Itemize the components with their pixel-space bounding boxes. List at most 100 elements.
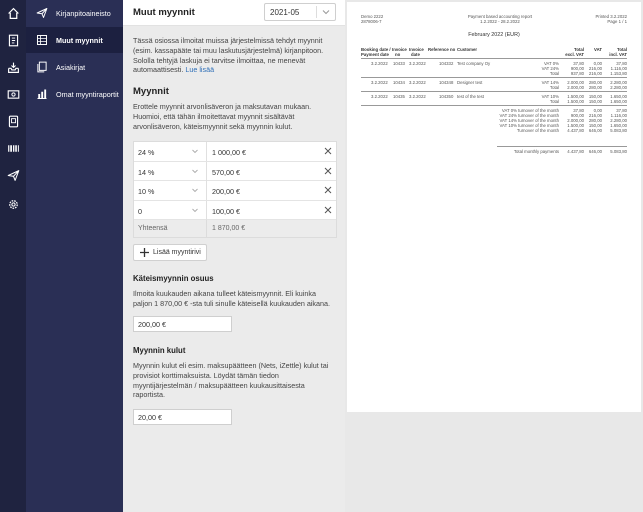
total-label: Yhteensä [138,225,168,232]
chevron-down-icon[interactable] [191,187,199,194]
amount-input[interactable]: 100,00 € [212,207,240,216]
line-label: Total [549,71,559,76]
settings-icon[interactable] [4,195,22,213]
invoice-no: 10433 [393,61,405,66]
line-vat: 216,00 [588,71,602,76]
cash-text-line: Ilmoita kuukauden aikana tulleet käteism… [133,289,316,298]
line-excl: 1.500,00 [567,99,584,104]
sidebar: Kirjanpitoaineisto Muut myynnit Asiakirj… [26,0,123,512]
sales-row: 0 100,00 € [134,200,336,220]
report-page-number: Page 1 / 1 [607,19,627,24]
sales-text-line: arvonlisäveron, käteismyynnit sekä myynn… [133,121,293,131]
invoice-customer: Test company Oy [457,61,491,66]
line-excl: 937,80 [570,71,584,76]
read-more-link[interactable]: Lue lisää [185,65,214,74]
summary-label: Turnover of the month [516,128,559,133]
report-company-id: 2878006-7 [361,19,382,24]
col-header-customer: Customer [457,47,478,52]
sales-heading: Myynnit [133,86,169,97]
monthly-total-vat: 646,00 [588,149,602,154]
add-sales-row-button[interactable]: Lisää myyntirivi [133,244,207,261]
bar-chart-icon [34,86,50,102]
sidebar-item-label: Kirjanpitoaineisto [56,8,111,18]
sidebar-item-label: Muut myynnit [56,35,103,45]
month-select[interactable]: 2021-05 [264,3,336,21]
divider [361,58,627,59]
divider [497,146,627,147]
divider [361,91,627,92]
invoice-ref: 104332 [439,61,454,66]
report-page: Demo 2222 2878006-7 Payment based accoun… [347,2,641,412]
chevron-down-icon[interactable] [191,148,199,155]
monthly-total-label: Total monthly payments [513,149,559,154]
sales-text-line: Erottele myynnit arvonlisäveron ja maksu… [133,102,312,111]
summary-vat: 646,00 [588,128,602,133]
page-title: Muut myynnit [133,7,195,18]
costs-text-line: myyntijärjestelmän / maksupäätteen kuuka… [133,380,305,390]
sidebar-item-muut-myynnit[interactable]: Muut myynnit [26,27,123,53]
barcode-icon[interactable] [4,139,22,157]
table-icon [34,32,50,48]
sidebar-item-asiakirjat[interactable]: Asiakirjat [26,54,123,80]
invoice-date: 3.2.2022 [371,61,388,66]
amount-input[interactable]: 570,00 € [212,168,240,177]
col-header-incl-sub: incl. VAT [609,52,627,57]
documents-icon [34,59,50,75]
sidebar-item-kirjanpitoaineisto[interactable]: Kirjanpitoaineisto [26,0,123,26]
divider [361,77,627,78]
costs-amount-input[interactable] [133,409,232,425]
divider [361,105,627,106]
cash-heading: Käteismyynnin osuus [133,274,214,283]
cash-amount-input[interactable] [133,316,232,332]
invoice-date2: 3.2.2022 [409,80,426,85]
add-sales-row-label: Lisää myyntirivi [153,249,201,256]
home-icon[interactable] [4,4,22,22]
intro-line: Sololla tehtyjä laskuja ei tarvitse ilmo… [133,55,306,65]
col-header-reference: Reference no [428,47,456,52]
sidebar-item-omat-myyntiraportit[interactable]: Omat myyntiraportit [26,81,123,107]
monthly-total-incl: 5.083,80 [610,149,627,154]
close-icon[interactable] [324,186,332,194]
amount-input[interactable]: 200,00 € [212,187,240,196]
document-icon[interactable] [4,112,22,130]
col-header-invoice-no-sub: no [395,52,401,57]
close-icon[interactable] [324,206,332,214]
total-value: 1 870,00 € [212,225,246,232]
intro-line: Tässä osiossa ilmoitat muissa järjestelm… [133,36,323,45]
col-header-excl-sub: excl. VAT [565,52,584,57]
chevron-down-icon [322,10,330,15]
amount-input[interactable]: 1 000,00 € [212,148,246,157]
line-excl: 2.000,00 [567,85,584,90]
send-icon[interactable] [4,166,22,184]
line-incl: 1.153,80 [610,71,627,76]
line-label: Total [549,99,559,104]
invoice-date: 3.2.2022 [371,94,388,99]
vat-rate-select[interactable]: 10 % [138,187,154,196]
cash-description: Ilmoita kuukauden aikana tulleet käteism… [133,289,339,309]
icon-rail [0,0,26,512]
month-select-value: 2021-05 [270,8,300,17]
vat-rate-select[interactable]: 0 [138,207,142,216]
sidebar-item-label: Asiakirjat [56,62,86,72]
money-icon[interactable] [4,85,22,103]
close-icon[interactable] [324,167,332,175]
sales-text-line: Huomioi, että tähän ilmoitettavat myynni… [133,111,295,121]
monthly-total-excl: 4.437,80 [567,149,584,154]
inbox-icon[interactable] [4,58,22,76]
sales-row: 24 % 1 000,00 € [134,142,336,162]
chevron-down-icon[interactable] [191,168,199,175]
vat-rate-select[interactable]: 14 % [138,168,154,177]
costs-text-line: raportista. [133,390,165,400]
vat-rate-select[interactable]: 24 % [138,148,154,157]
row-divider [206,200,207,220]
select-separator [316,6,317,18]
ledger-icon[interactable] [4,31,22,49]
line-vat: 280,00 [588,85,602,90]
invoice-date2: 3.2.2022 [409,94,426,99]
invoice-date2: 3.2.2022 [409,61,426,66]
close-icon[interactable] [324,147,332,155]
summary-incl: 5.083,80 [610,128,627,133]
costs-text-line: provisiot korttimaksuista. Löydät tämän … [133,370,279,380]
chevron-down-icon[interactable] [191,207,199,214]
paper-plane-icon [34,5,50,21]
